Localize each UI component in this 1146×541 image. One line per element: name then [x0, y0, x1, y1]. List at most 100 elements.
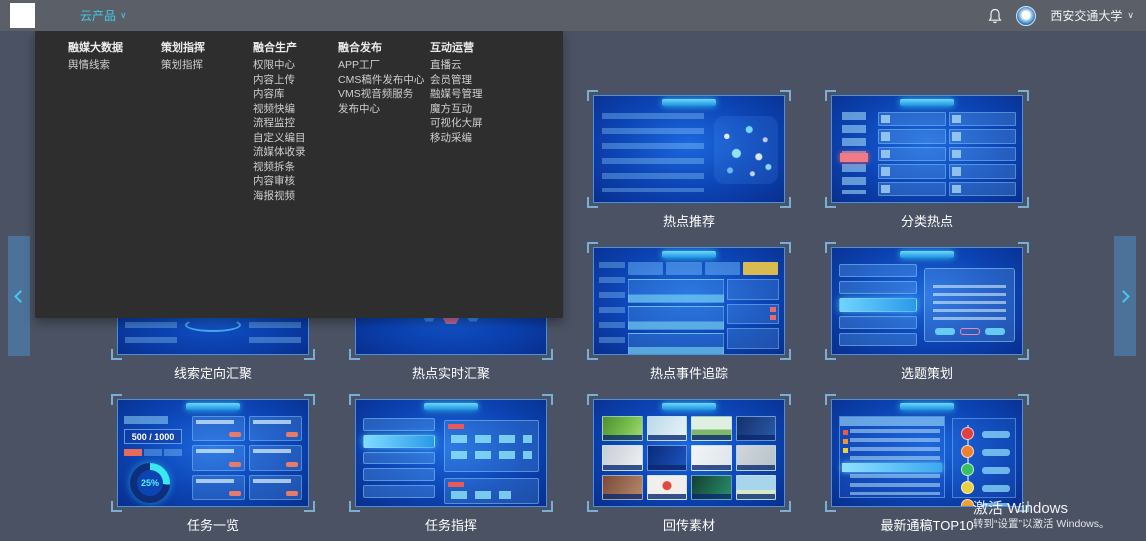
menu-item[interactable]: APP工厂 — [338, 58, 430, 73]
button-decor — [985, 328, 1005, 335]
menu-item[interactable]: 会员管理 — [430, 73, 550, 88]
list-row-decor — [839, 281, 917, 294]
menu-item[interactable]: 自定义编目 — [253, 131, 338, 146]
dashboard-preview — [831, 95, 1023, 203]
menu-item[interactable]: 内容审核 — [253, 174, 338, 189]
card-decor — [878, 129, 946, 143]
carousel-next-button[interactable] — [1114, 236, 1136, 356]
list-row-decor — [363, 485, 435, 498]
dashboard-preview — [355, 399, 547, 507]
panel-decor — [727, 328, 779, 349]
gallery-caption: 热点事件追踪 — [587, 366, 791, 382]
topbar-right: 西安交通大学 ∨ — [988, 0, 1134, 31]
table-rows-decor — [850, 429, 940, 495]
menu-item[interactable]: 视频快编 — [253, 102, 338, 117]
timeline-node-decor — [961, 463, 974, 476]
menu-item[interactable]: 舆情线索 — [68, 58, 161, 73]
photo-tile — [602, 475, 643, 500]
menu-item[interactable]: 内容上传 — [253, 73, 338, 88]
thumbnail-event-tracking[interactable] — [587, 242, 791, 360]
card-decor — [878, 182, 946, 196]
dashboard-preview — [831, 247, 1023, 355]
panel-decor — [727, 279, 779, 300]
menu-item[interactable]: 视频拆条 — [253, 160, 338, 175]
dashboard-preview — [593, 399, 785, 507]
watermark-subtitle: 转到“设置”以激活 Windows。 — [973, 517, 1110, 531]
app-logo — [10, 3, 35, 28]
word-cloud-decor — [714, 116, 778, 184]
university-logo-avatar[interactable] — [1016, 6, 1036, 26]
menu-item[interactable]: 直播云 — [430, 58, 550, 73]
menu-item[interactable]: 流程监控 — [253, 116, 338, 131]
gallery-item-material-upload: 回传素材 — [587, 394, 791, 536]
photo-tile — [602, 445, 643, 470]
menu-item[interactable]: CMS稿件发布中心 — [338, 73, 430, 88]
menu-item[interactable]: 海报视频 — [253, 189, 338, 204]
menu-column-media-bigdata: 融媒大数据 舆情线索 — [68, 41, 161, 318]
menu-item[interactable]: 融媒号管理 — [430, 87, 550, 102]
task-card-decor — [192, 445, 245, 470]
card-grid-decor — [878, 112, 1016, 196]
timeline-node-decor — [961, 481, 974, 494]
donut-percent-label: 25% — [130, 463, 170, 503]
stat-box-decor — [705, 262, 740, 275]
photo-tile — [647, 445, 688, 470]
hotspot-list-decor — [602, 113, 704, 192]
menu-item[interactable]: 发布中心 — [338, 102, 430, 117]
flow-nodes-decor — [451, 491, 511, 499]
thumbnail-hot-recommend[interactable] — [587, 90, 791, 208]
gallery-item-task-command: 任务指挥 — [349, 394, 553, 536]
flow-nodes-decor — [451, 435, 532, 443]
thumbnail-task-overview[interactable]: 500 / 1000 25% — [111, 394, 315, 512]
task-card-decor — [192, 475, 245, 500]
menu-column-publishing: 融合发布 APP工厂 CMS稿件发布中心 VMS视音频服务 发布中心 — [338, 41, 430, 318]
thumbnail-category-hot[interactable] — [825, 90, 1029, 208]
button-outline-decor — [960, 328, 980, 335]
stat-boxes-decor — [628, 262, 778, 275]
task-card-decor — [249, 445, 302, 470]
card-decor — [949, 182, 1017, 196]
flow-nodes-decor — [451, 451, 532, 459]
flow-panel-decor — [444, 420, 539, 472]
menu-header: 融媒大数据 — [68, 41, 161, 56]
thumbnail-latest-top10[interactable] — [825, 394, 1029, 512]
menu-item[interactable]: 移动采编 — [430, 131, 550, 146]
topic-list-decor — [839, 264, 917, 346]
bell-icon[interactable] — [988, 8, 1002, 24]
photo-tile — [647, 416, 688, 441]
list-row-decor — [363, 418, 435, 431]
mini-tabs-decor — [124, 449, 182, 456]
card-decor — [949, 112, 1017, 126]
product-mega-menu: 融媒大数据 舆情线索 策划指挥 策划指挥 融合生产 权限中心 内容上传 内容库 … — [35, 31, 563, 318]
table-header-decor — [840, 417, 944, 426]
tag-decor — [124, 416, 168, 424]
tab-decor — [124, 449, 142, 456]
user-menu[interactable]: 西安交通大学 ∨ — [1050, 7, 1134, 24]
text-lines-decor — [933, 285, 1006, 325]
rank-table-decor — [839, 416, 945, 498]
card-decor — [878, 164, 946, 178]
thumbnail-topic-planning[interactable] — [825, 242, 1029, 360]
side-list-decor — [599, 262, 625, 348]
menu-item[interactable]: VMS视音频服务 — [338, 87, 430, 102]
cloud-product-menu[interactable]: 云产品 ∨ — [80, 0, 127, 31]
menu-item[interactable]: 可视化大屏 — [430, 116, 550, 131]
thumbnail-task-command[interactable] — [349, 394, 553, 512]
photo-tile — [691, 475, 732, 500]
chevron-down-icon: ∨ — [120, 10, 127, 21]
photo-tile — [736, 475, 777, 500]
menu-item[interactable]: 策划指挥 — [161, 58, 253, 73]
menu-item[interactable]: 魔方互动 — [430, 102, 550, 117]
card-decor — [949, 129, 1017, 143]
menu-header: 互动运营 — [430, 41, 550, 56]
gallery-caption: 任务指挥 — [349, 518, 553, 534]
gallery-caption: 任务一览 — [111, 518, 315, 534]
menu-item[interactable]: 内容库 — [253, 87, 338, 102]
action-buttons-decor — [935, 328, 1005, 335]
menu-item[interactable]: 流媒体收录 — [253, 145, 338, 160]
thumbnail-material-upload[interactable] — [587, 394, 791, 512]
carousel-prev-button[interactable] — [8, 236, 30, 356]
panel-with-alerts-decor — [727, 304, 779, 325]
menu-item[interactable]: 权限中心 — [253, 58, 338, 73]
timeline-panel-decor — [952, 418, 1016, 498]
